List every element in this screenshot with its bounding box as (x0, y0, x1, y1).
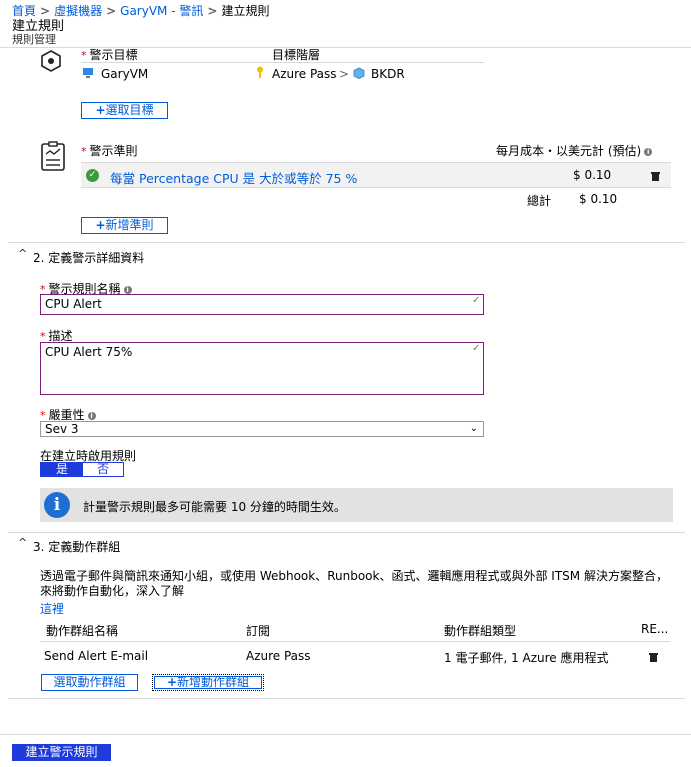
new-action-group-button[interactable]: +新增動作群組 (152, 674, 264, 691)
top-bar: 首頁 > 虛擬機器 > GaryVM - 警訊 > 建立規則 建立規則 規則管理 (0, 0, 691, 48)
chevron-right-icon: > (339, 67, 350, 81)
breadcrumb: 首頁 > 虛擬機器 > GaryVM - 警訊 > 建立規則 (12, 4, 270, 18)
rule-name-input[interactable]: CPU Alert (40, 294, 484, 315)
breadcrumb-vms[interactable]: 虛擬機器 (54, 4, 102, 18)
enable-rule-toggle[interactable]: 是 否 (40, 462, 124, 477)
key-icon (256, 66, 264, 79)
page-subtitle: 規則管理 (12, 33, 56, 46)
divider (40, 641, 670, 642)
delete-action-group-icon[interactable] (649, 652, 658, 662)
required-marker: * (81, 145, 87, 158)
info-banner-text: 計量警示規則最多可能需要 10 分鐘的時間生效。 (83, 500, 346, 514)
chevron-up-icon[interactable]: ^ (18, 247, 27, 260)
target-label-row: * 警示目標 (81, 46, 138, 63)
severity-value: Sev 3 (45, 422, 79, 436)
breadcrumb-current: 建立規則 (221, 4, 270, 18)
resource-group-icon (353, 67, 365, 79)
success-check-icon: ✓ (86, 169, 99, 182)
create-alert-rule-button[interactable]: 建立警示規則 (12, 744, 111, 761)
section-2-title[interactable]: 2. 定義警示詳細資料 (33, 249, 144, 266)
hierarchy-label: 目標階層 (272, 48, 321, 62)
target-subscription: Azure Pass (272, 67, 337, 81)
select-target-button[interactable]: +選取目標 (81, 102, 168, 119)
severity-label: 嚴重性 (48, 408, 85, 422)
total-cost: $ 0.10 (579, 192, 618, 206)
section-divider (8, 698, 685, 699)
delete-criteria-icon[interactable] (651, 171, 660, 181)
breadcrumb-home[interactable]: 首頁 (12, 4, 36, 18)
cost-label-row: 每月成本・以美元計 (預估) i (496, 142, 653, 159)
select-action-group-button[interactable]: 選取動作群組 (41, 674, 138, 691)
new-action-group-label: 新增動作群組 (177, 675, 250, 689)
section-3-title[interactable]: 3. 定義動作群組 (33, 538, 120, 555)
select-target-label: 選取目標 (105, 103, 154, 117)
target-resource-group: BKDR (371, 67, 405, 81)
info-circle-icon: i (44, 492, 70, 518)
info-icon: i (644, 147, 653, 156)
criteria-condition-link[interactable]: 每當 Percentage CPU 是 大於或等於 75 % (110, 168, 357, 187)
chevron-down-icon: ⌄ (469, 423, 478, 434)
column-header-subscription[interactable]: 訂閱 (246, 622, 270, 639)
chevron-up-icon[interactable]: ^ (18, 536, 27, 549)
action-group-name: Send Alert E-mail (44, 649, 149, 663)
column-header-type[interactable]: 動作群組類型 (444, 622, 516, 639)
add-criteria-button[interactable]: +新增準則 (81, 217, 168, 234)
criteria-label: 警示準則 (89, 144, 138, 158)
valid-check-icon: ✓ (472, 343, 481, 354)
section-divider (8, 242, 685, 243)
footer-divider (0, 734, 691, 735)
action-group-type: 1 電子郵件, 1 Azure 應用程式 (444, 651, 609, 665)
info-icon: i (87, 411, 96, 420)
action-group-description: 透過電子郵件與簡訊來通知小組，或使用 Webhook、Runbook、函式、邏輯… (40, 569, 668, 598)
divider (81, 62, 484, 63)
page-title: 建立規則 (12, 19, 65, 34)
criteria-label-row: * 警示準則 (81, 142, 138, 159)
toggle-yes[interactable]: 是 (41, 463, 83, 476)
learn-more-link[interactable]: 這裡 (40, 600, 64, 617)
section-divider (8, 532, 685, 533)
total-label: 總計 (527, 194, 552, 208)
target-resource: GaryVM (101, 67, 149, 81)
column-header-name[interactable]: 動作群組名稱 (46, 622, 118, 639)
toggle-no[interactable]: 否 (83, 463, 123, 476)
breadcrumb-vm-alerts[interactable]: GaryVM - 警訊 (120, 4, 203, 18)
severity-select[interactable]: Sev 3 ⌄ (40, 421, 484, 437)
cost-label: 每月成本・以美元計 (預估) (496, 144, 642, 158)
clipboard-icon (40, 141, 66, 171)
description-label: 描述 (48, 329, 73, 343)
column-header-re[interactable]: RE... (641, 622, 668, 636)
add-criteria-label: 新增準則 (105, 218, 154, 232)
target-icon (40, 50, 62, 72)
target-label: 警示目標 (89, 48, 138, 62)
valid-check-icon: ✓ (472, 295, 481, 306)
info-banner: i 計量警示規則最多可能需要 10 分鐘的時間生效。 (40, 488, 673, 522)
info-icon: i (123, 285, 132, 294)
divider (81, 187, 671, 188)
required-marker: * (81, 49, 87, 62)
description-textarea[interactable]: CPU Alert 75% (40, 342, 484, 395)
action-group-subscription: Azure Pass (246, 649, 311, 663)
vm-icon (82, 67, 94, 79)
criteria-cost: $ 0.10 (573, 168, 612, 182)
